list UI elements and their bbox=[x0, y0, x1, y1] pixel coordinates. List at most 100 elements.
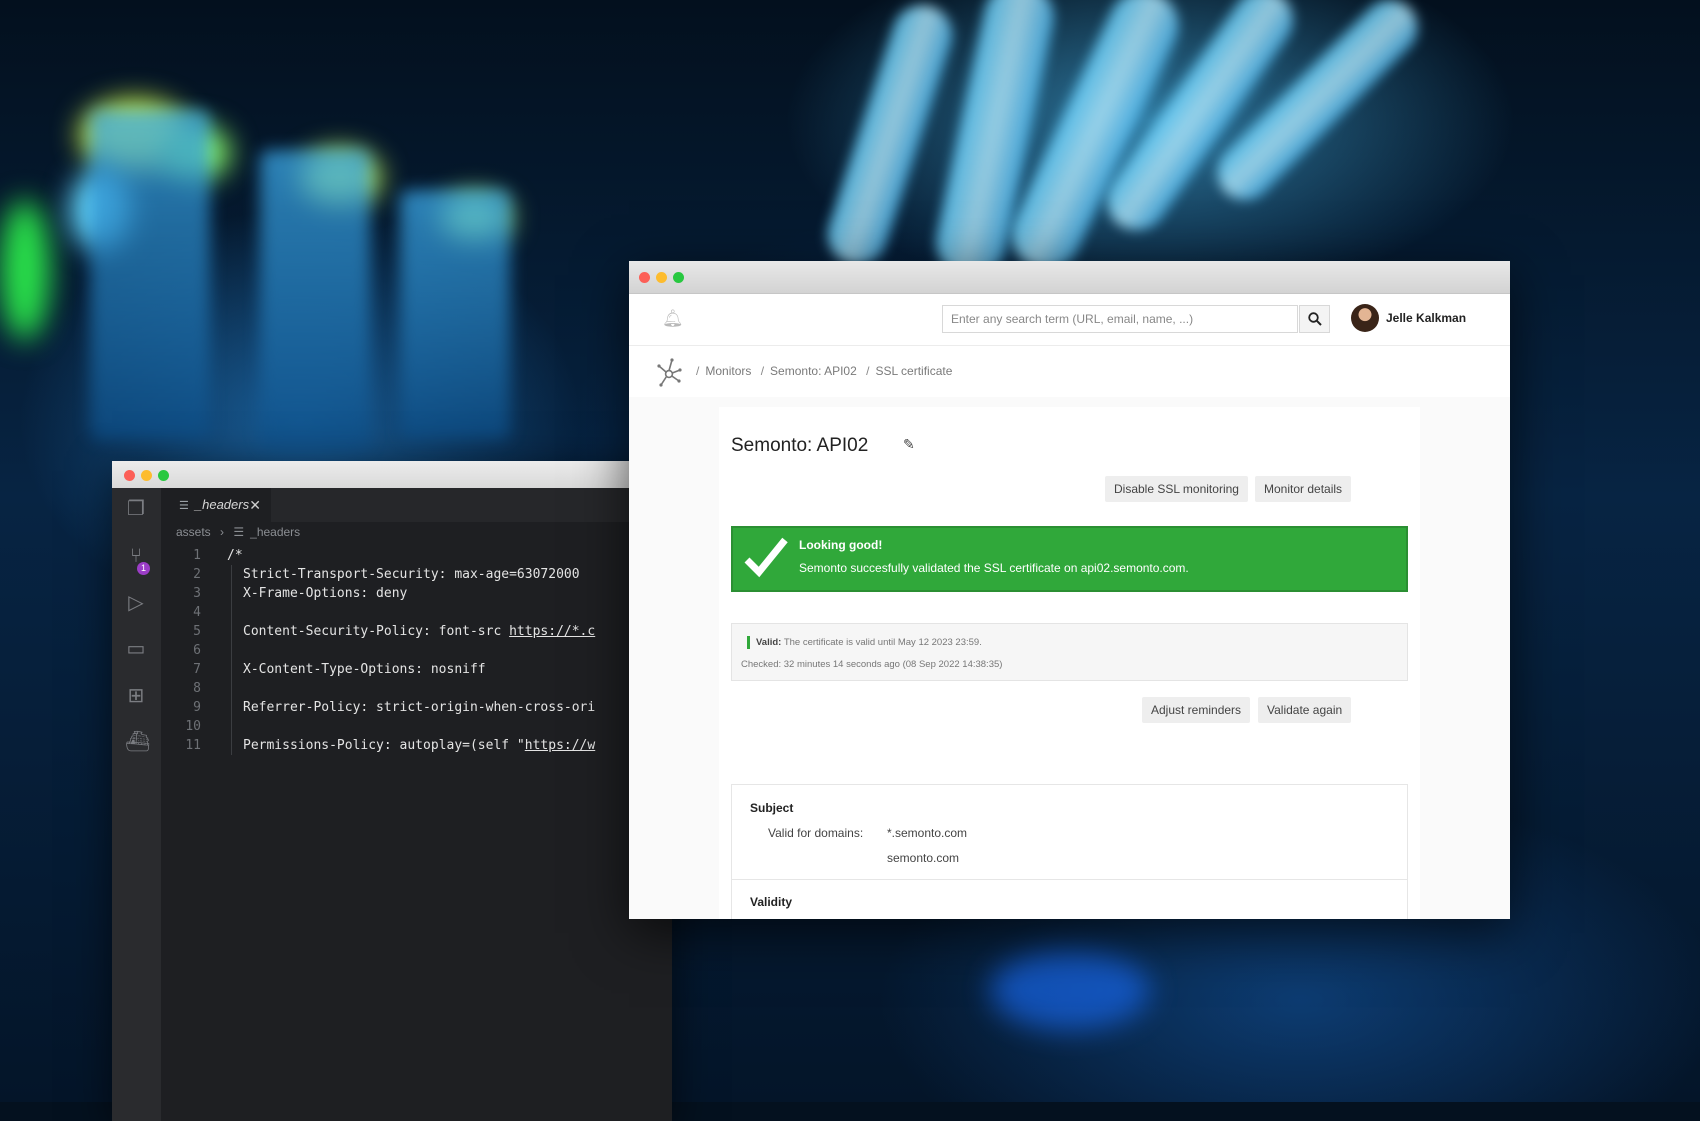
line-number: 2 bbox=[193, 567, 201, 582]
breadcrumb-monitor[interactable]: Semonto: API02 bbox=[770, 364, 857, 378]
validity-heading: Validity bbox=[750, 895, 793, 909]
semonto-logo-icon[interactable] bbox=[656, 357, 682, 387]
success-alert: Looking good! Semonto succesfully valida… bbox=[731, 526, 1408, 592]
line-text: Strict-Transport-Security: max-age=63072… bbox=[243, 565, 580, 584]
edit-pencil-icon[interactable]: ✎ bbox=[903, 436, 915, 453]
certificate-status: Valid: The certificate is valid until Ma… bbox=[731, 623, 1408, 681]
tab-label: _headers bbox=[194, 497, 250, 512]
adjust-reminders-button[interactable]: Adjust reminders bbox=[1142, 697, 1251, 723]
ssl-card: Semonto: API02 ✎ Disable SSL monitoring … bbox=[719, 407, 1420, 919]
app-header: 🔔︎ Jelle Kalkman bbox=[629, 294, 1510, 346]
line-number: 9 bbox=[193, 700, 201, 715]
close-window-button[interactable] bbox=[639, 272, 650, 283]
editor-tab-bar: ☰ _headers ✕ bbox=[161, 488, 672, 522]
code-line[interactable]: 11 Permissions-Policy: autoplay=(self "ht… bbox=[161, 736, 672, 755]
code-line[interactable]: 10 bbox=[161, 717, 672, 736]
browser-window: 🔔︎ Jelle Kalkman / Monitors / Semonto: API… bbox=[629, 261, 1510, 919]
valid-text: The certificate is valid until May 12 20… bbox=[783, 637, 982, 648]
editor-titlebar bbox=[112, 461, 672, 488]
breadcrumb-separator: / bbox=[866, 364, 870, 378]
code-text: X-Content-Type-Options: nosniff bbox=[243, 662, 486, 677]
maximize-window-button[interactable] bbox=[158, 470, 169, 481]
tab-headers[interactable]: ☰ _headers ✕ bbox=[161, 488, 271, 522]
maximize-window-button[interactable] bbox=[673, 272, 684, 283]
line-number: 10 bbox=[185, 719, 201, 734]
editor-breadcrumb: assets › ☰ _headers bbox=[176, 525, 306, 539]
bell-icon[interactable]: 🔔︎ bbox=[662, 309, 684, 329]
source-control-badge: 1 bbox=[137, 562, 150, 575]
code-text: Referrer-Policy: strict-origin-when-cros… bbox=[243, 700, 596, 715]
line-text: X-Frame-Options: deny bbox=[243, 584, 407, 603]
checkmark-icon bbox=[744, 537, 788, 578]
alert-heading: Looking good! bbox=[799, 538, 883, 552]
search-input[interactable] bbox=[942, 305, 1298, 333]
explorer-icon[interactable]: ❐ bbox=[125, 498, 147, 520]
code-text: Permissions-Policy: autoplay=(self " bbox=[243, 738, 525, 753]
disable-ssl-button[interactable]: Disable SSL monitoring bbox=[1105, 476, 1248, 502]
docker-icon[interactable]: ⛴ bbox=[125, 731, 150, 753]
code-line[interactable]: 5 Content-Security-Policy: font-src https… bbox=[161, 622, 672, 641]
breadcrumb-separator: / bbox=[760, 364, 765, 378]
monitor-details-button[interactable]: Monitor details bbox=[1255, 476, 1352, 502]
minimize-window-button[interactable] bbox=[656, 272, 667, 283]
domain-item: *.semonto.com bbox=[887, 826, 968, 840]
remote-explorer-icon[interactable]: ▭ bbox=[125, 638, 147, 660]
code-area[interactable]: 1 /* 2 Strict-Transport-Security: max-age=6… bbox=[161, 546, 672, 755]
file-lines-icon: ☰ bbox=[179, 500, 189, 512]
close-tab-icon[interactable]: ✕ bbox=[249, 488, 261, 522]
search-button[interactable] bbox=[1299, 305, 1330, 333]
file-lines-icon: ☰ bbox=[233, 525, 245, 539]
code-line[interactable]: 1 /* bbox=[161, 546, 672, 565]
line-number: 4 bbox=[193, 605, 201, 620]
line-text: Referrer-Policy: strict-origin-when-cros… bbox=[243, 698, 595, 717]
line-number: 11 bbox=[185, 738, 201, 753]
line-text: Permissions-Policy: autoplay=(self "http… bbox=[243, 736, 595, 755]
code-line[interactable]: 7 X-Content-Type-Options: nosniff bbox=[161, 660, 672, 679]
main-content: Semonto: API02 ✎ Disable SSL monitoring … bbox=[629, 397, 1510, 919]
close-window-button[interactable] bbox=[124, 470, 135, 481]
code-line[interactable]: 2 Strict-Transport-Security: max-age=6307… bbox=[161, 565, 672, 584]
valid-label: Valid: bbox=[756, 637, 782, 648]
validate-again-button[interactable]: Validate again bbox=[1258, 697, 1352, 723]
extensions-icon[interactable]: ⊞ bbox=[125, 685, 147, 707]
domain-item: semonto.com bbox=[887, 851, 960, 865]
code-text: /* bbox=[227, 548, 243, 563]
chevron-right-icon: › bbox=[220, 525, 225, 539]
subject-panel: Subject Valid for domains: *.semonto.com… bbox=[731, 784, 1408, 919]
code-editor-window: ❐ ⑂ 1 ▷ ▭ ⊞ ⛴ ☰ _headers ✕ assets › ☰ _hea… bbox=[112, 461, 672, 1121]
activity-bar: ❐ ⑂ 1 ▷ ▭ ⊞ ⛴ bbox=[112, 488, 161, 1121]
user-name[interactable]: Jelle Kalkman bbox=[1386, 311, 1466, 325]
breadcrumb-folder[interactable]: assets bbox=[176, 525, 211, 539]
line-number: 5 bbox=[193, 624, 201, 639]
page-title: Semonto: API02 bbox=[731, 435, 869, 456]
code-line[interactable]: 4 bbox=[161, 603, 672, 622]
line-number: 7 bbox=[193, 662, 201, 677]
line-number: 6 bbox=[193, 643, 201, 658]
run-debug-icon[interactable]: ▷ bbox=[125, 592, 147, 614]
code-text: Content-Security-Policy: font-src bbox=[243, 624, 510, 639]
breadcrumb-separator: / bbox=[696, 364, 700, 378]
domains-label: Valid for domains: bbox=[768, 826, 864, 840]
browser-titlebar bbox=[629, 261, 1510, 294]
checked-text: Checked: 32 minutes 14 seconds ago (08 S… bbox=[741, 659, 1003, 670]
code-url-link[interactable]: https://*.c bbox=[509, 624, 595, 639]
code-line[interactable]: 3 X-Frame-Options: deny bbox=[161, 584, 672, 603]
divider bbox=[732, 879, 1407, 880]
line-text: /* bbox=[227, 546, 243, 565]
avatar[interactable] bbox=[1351, 304, 1379, 332]
breadcrumb-monitors[interactable]: Monitors bbox=[705, 364, 751, 378]
code-text: X-Frame-Options: deny bbox=[243, 586, 408, 601]
status-indicator bbox=[747, 636, 750, 649]
code-line[interactable]: 9 Referrer-Policy: strict-origin-when-cro… bbox=[161, 698, 672, 717]
code-url-link[interactable]: https://w bbox=[525, 738, 595, 753]
code-text: Strict-Transport-Security: max-age=63072… bbox=[243, 567, 580, 582]
minimize-window-button[interactable] bbox=[141, 470, 152, 481]
breadcrumb-file[interactable]: _headers bbox=[250, 525, 300, 539]
breadcrumb-current: SSL certificate bbox=[875, 364, 953, 378]
line-text: X-Content-Type-Options: nosniff bbox=[243, 660, 486, 679]
subject-heading: Subject bbox=[750, 801, 794, 815]
line-number: 1 bbox=[193, 548, 201, 563]
code-line[interactable]: 8 bbox=[161, 679, 672, 698]
code-line[interactable]: 6 bbox=[161, 641, 672, 660]
line-text: Content-Security-Policy: font-src https:… bbox=[243, 622, 595, 641]
